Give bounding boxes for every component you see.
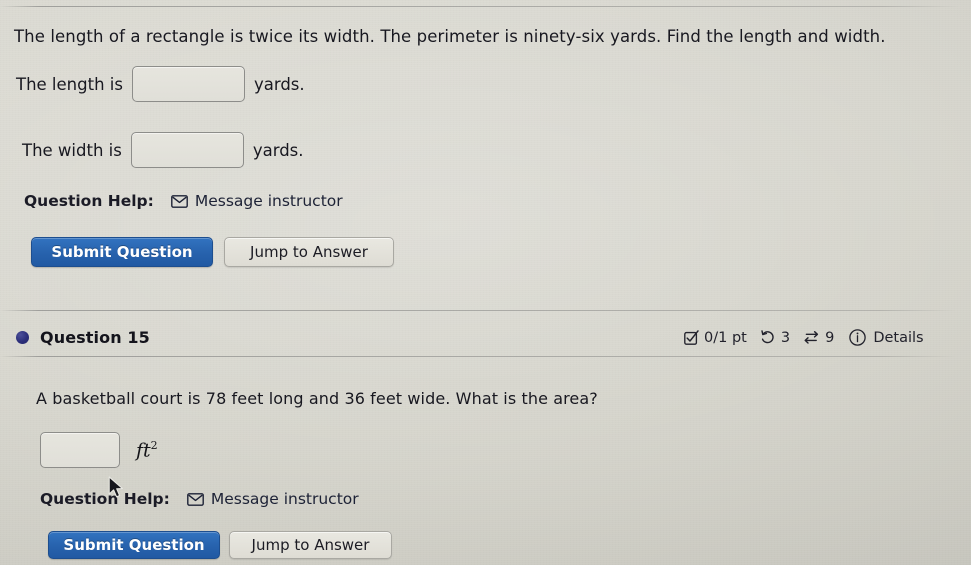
top-divider bbox=[0, 6, 960, 7]
question-15-header-left: Question 15 bbox=[16, 328, 150, 347]
question-15-title: Question 15 bbox=[40, 328, 150, 347]
rotate-left-icon bbox=[760, 330, 776, 345]
filled-circle-icon bbox=[16, 331, 29, 344]
question-14-help-label: Question Help: bbox=[24, 192, 154, 210]
question-15-meta: 0/1 pt 3 9 Details bbox=[684, 329, 924, 346]
question-14-help-row: Question Help: Message instructor bbox=[24, 192, 343, 210]
question-14-message-instructor-link[interactable]: Message instructor bbox=[170, 192, 343, 210]
envelope-icon bbox=[186, 492, 204, 506]
attempts-group[interactable]: 3 bbox=[760, 330, 790, 346]
area-unit-exponent: 2 bbox=[150, 438, 158, 452]
checkbox-checked-icon bbox=[684, 330, 699, 345]
details-group[interactable]: Details bbox=[849, 329, 924, 346]
area-unit-base: ft bbox=[136, 439, 151, 462]
swap-arrows-icon bbox=[803, 330, 820, 345]
question-14-length-row: The length is yards. bbox=[16, 66, 305, 102]
score-value: 0/1 pt bbox=[704, 329, 747, 346]
width-answer-input[interactable] bbox=[130, 132, 244, 168]
question-15-jump-to-answer-button[interactable]: Jump to Answer bbox=[229, 531, 392, 559]
versions-value: 9 bbox=[825, 329, 835, 346]
length-label-before: The length is bbox=[16, 74, 123, 94]
question-15-prompt: A basketball court is 78 feet long and 3… bbox=[36, 389, 598, 408]
versions-group[interactable]: 9 bbox=[803, 330, 834, 346]
area-answer-input[interactable] bbox=[40, 432, 120, 468]
question-15-message-instructor-label: Message instructor bbox=[210, 490, 359, 508]
question-14-prompt: The length of a rectangle is twice its w… bbox=[14, 27, 886, 46]
details-label: Details bbox=[873, 329, 924, 346]
width-label-after: yards. bbox=[252, 140, 304, 160]
length-answer-input[interactable] bbox=[131, 66, 245, 102]
score-group: 0/1 pt bbox=[684, 330, 747, 346]
info-circle-icon bbox=[849, 329, 867, 346]
area-unit-label: ft2 bbox=[136, 439, 158, 461]
width-label-before: The width is bbox=[22, 140, 122, 160]
question-15-message-instructor-link[interactable]: Message instructor bbox=[186, 490, 359, 508]
question-14-message-instructor-label: Message instructor bbox=[194, 192, 343, 210]
question-15-top-divider bbox=[0, 310, 956, 311]
question-15-help-row: Question Help: Message instructor bbox=[40, 490, 359, 508]
length-label-after: yards. bbox=[253, 74, 305, 94]
question-15-header-divider bbox=[0, 356, 956, 357]
envelope-icon bbox=[170, 194, 188, 208]
question-14-jump-to-answer-button[interactable]: Jump to Answer bbox=[224, 237, 394, 267]
question-14-width-row: The width is yards. bbox=[22, 132, 304, 168]
attempts-value: 3 bbox=[780, 329, 791, 346]
question-15-submit-button[interactable]: Submit Question bbox=[48, 531, 220, 559]
question-14-submit-button[interactable]: Submit Question bbox=[31, 237, 213, 267]
question-15-help-label: Question Help: bbox=[40, 490, 170, 508]
question-15-answer-row: ft2 bbox=[40, 432, 158, 468]
